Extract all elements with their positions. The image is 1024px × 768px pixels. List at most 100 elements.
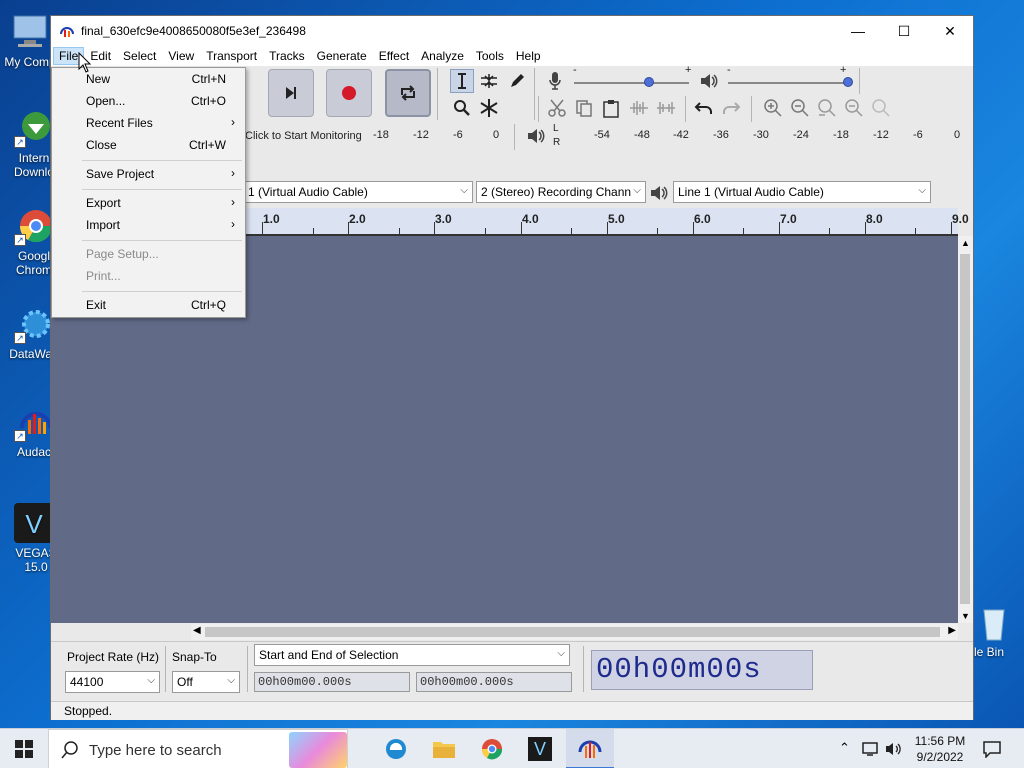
volume-icon[interactable]: [885, 741, 903, 757]
scroll-up-icon[interactable]: ▲: [961, 238, 970, 248]
taskbar-edge[interactable]: [372, 729, 420, 768]
system-clock[interactable]: 11:56 PM 9/2/2022: [905, 733, 975, 765]
network-icon[interactable]: [861, 741, 881, 757]
selection-start-time[interactable]: 00h00m00.000s: [254, 672, 410, 692]
scroll-down-icon[interactable]: ▼: [961, 611, 970, 621]
menu-item-import[interactable]: Import ›: [53, 214, 244, 236]
menu-item-page-setup[interactable]: Page Setup...: [53, 243, 244, 265]
menu-transport[interactable]: Transport: [200, 47, 263, 65]
trim-button[interactable]: [627, 96, 651, 120]
fit-project-button[interactable]: [842, 96, 866, 120]
menu-analyze[interactable]: Analyze: [415, 47, 470, 65]
scissors-icon: [548, 99, 566, 117]
zoom-tool[interactable]: [450, 96, 474, 120]
ruler-label: 7.0: [780, 212, 797, 226]
selection-tool[interactable]: [450, 69, 474, 93]
separator: [165, 646, 166, 692]
audio-position-display[interactable]: 00h00m00s: [591, 650, 813, 690]
chevron-down-icon: ⌵: [147, 675, 155, 686]
loop-button[interactable]: [385, 69, 431, 117]
menu-item-exit[interactable]: Exit Ctrl+Q: [53, 294, 244, 316]
menu-item-close[interactable]: Close Ctrl+W: [53, 134, 244, 156]
copy-button[interactable]: [572, 96, 596, 120]
menu-item-export[interactable]: Export ›: [53, 192, 244, 214]
chevron-right-icon: ›: [231, 217, 235, 231]
playback-meter-speaker[interactable]: [524, 124, 548, 148]
menu-item-recent-files[interactable]: Recent Files ›: [53, 112, 244, 134]
menu-separator: [82, 240, 242, 241]
taskbar-chrome[interactable]: [468, 729, 516, 768]
menu-generate[interactable]: Generate: [311, 47, 373, 65]
zoom-in-icon: [764, 99, 782, 117]
menu-item-label: Close: [86, 138, 117, 152]
vertical-scrollbar-thumb[interactable]: [960, 254, 970, 604]
undo-button[interactable]: [692, 96, 716, 120]
recording-channels-dropdown[interactable]: 2 (Stereo) Recording Chann ⌵: [476, 181, 646, 203]
minimize-button[interactable]: —: [835, 16, 881, 46]
chevron-up-icon[interactable]: ⌃: [839, 740, 850, 756]
playback-volume-thumb[interactable]: [843, 77, 853, 87]
taskbar-file-explorer[interactable]: [420, 729, 468, 768]
taskbar-vegas[interactable]: V: [516, 729, 564, 768]
taskbar-audacity[interactable]: [566, 729, 614, 768]
audacity-icon: [59, 23, 75, 39]
multi-tool[interactable]: [477, 96, 501, 120]
scroll-right-icon[interactable]: ▶: [948, 625, 956, 636]
horizontal-scrollbar-thumb[interactable]: [205, 627, 940, 637]
ruler-tick: [434, 222, 435, 234]
ruler-tick: [915, 228, 916, 234]
horizontal-scrollbar[interactable]: ◀ ▶: [191, 624, 958, 640]
ruler-tick: [743, 228, 744, 234]
zoom-toggle-icon: [872, 99, 890, 117]
start-button[interactable]: [0, 729, 48, 768]
playback-volume-slider[interactable]: [728, 82, 848, 84]
menu-help[interactable]: Help: [510, 47, 547, 65]
ruler-tick: [865, 222, 866, 234]
taskbar-search-box[interactable]: Type here to search: [48, 729, 348, 768]
menu-tools[interactable]: Tools: [470, 47, 510, 65]
scroll-left-icon[interactable]: ◀: [193, 625, 201, 636]
title-bar[interactable]: final_630efc9e4008650080f5e3ef_236498 — …: [51, 16, 973, 46]
close-button[interactable]: ✕: [927, 16, 973, 46]
envelope-tool[interactable]: [477, 69, 501, 93]
playback-device-value: Line 1 (Virtual Audio Cable): [678, 185, 824, 199]
computer-icon: [10, 12, 50, 52]
project-rate-dropdown[interactable]: 44100 ⌵: [65, 671, 160, 693]
playback-meter-tick: -30: [753, 129, 769, 141]
selection-end-time[interactable]: 00h00m00.000s: [416, 672, 572, 692]
redo-button[interactable]: [719, 96, 743, 120]
silence-button[interactable]: [654, 96, 678, 120]
playback-device-dropdown[interactable]: Line 1 (Virtual Audio Cable) ⌵: [673, 181, 931, 203]
menu-bar: File Edit Select View Transport Tracks G…: [51, 46, 973, 66]
menu-select[interactable]: Select: [117, 47, 162, 65]
menu-item-save-project[interactable]: Save Project ›: [53, 163, 244, 185]
vertical-scrollbar[interactable]: ▲ ▼: [958, 236, 973, 623]
recording-device-dropdown[interactable]: 1 (Virtual Audio Cable) ⌵: [243, 181, 473, 203]
chevron-down-icon: ⌵: [460, 185, 468, 196]
menu-tracks[interactable]: Tracks: [263, 47, 311, 65]
zoom-in-button[interactable]: [761, 96, 785, 120]
fit-selection-button[interactable]: [815, 96, 839, 120]
notification-icon[interactable]: [982, 740, 1002, 758]
ruler-tick: [779, 222, 780, 234]
menu-view[interactable]: View: [162, 47, 200, 65]
menu-item-print[interactable]: Print...: [53, 265, 244, 287]
separator: [538, 96, 539, 122]
zoom-toggle-button[interactable]: [869, 96, 893, 120]
draw-tool[interactable]: [505, 69, 529, 93]
snap-to-dropdown[interactable]: Off ⌵: [172, 671, 240, 693]
cut-button[interactable]: [545, 96, 569, 120]
microphone-icon: [549, 72, 561, 90]
recording-volume-slider[interactable]: [574, 82, 689, 84]
start-monitoring-label[interactable]: Click to Start Monitoring: [245, 130, 362, 142]
maximize-button[interactable]: ☐: [881, 16, 927, 46]
skip-to-end-button[interactable]: [268, 69, 314, 117]
menu-item-open[interactable]: Open... Ctrl+O: [53, 90, 244, 112]
zoom-out-button[interactable]: [788, 96, 812, 120]
selection-mode-dropdown[interactable]: Start and End of Selection ⌵: [254, 644, 570, 666]
paste-button[interactable]: [599, 96, 623, 120]
record-button[interactable]: [326, 69, 372, 117]
menu-effect[interactable]: Effect: [373, 47, 415, 65]
skip-end-icon: [286, 87, 296, 99]
recording-volume-thumb[interactable]: [644, 77, 654, 87]
